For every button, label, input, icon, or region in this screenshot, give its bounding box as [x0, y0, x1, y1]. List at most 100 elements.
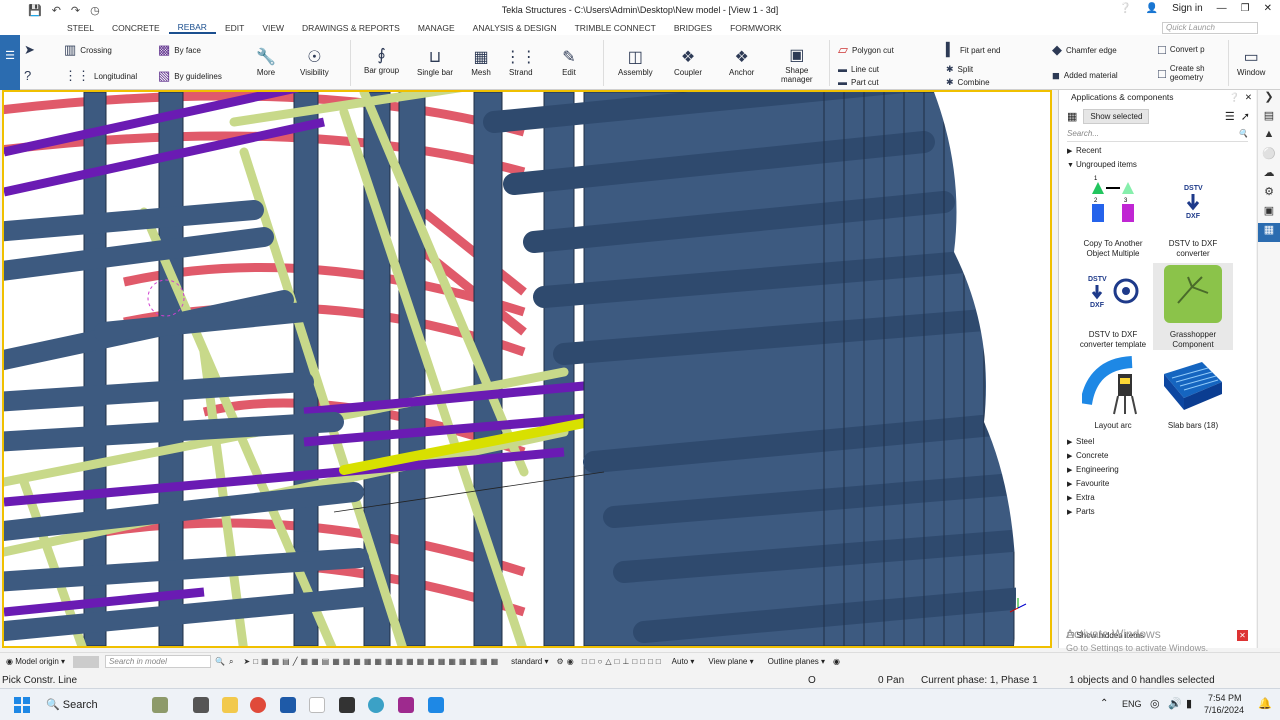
app-icon[interactable]: [309, 697, 325, 713]
added-material-button[interactable]: ■ Added material: [1052, 68, 1118, 83]
menu-icon[interactable]: ☰: [0, 49, 20, 62]
volume-icon[interactable]: 🔊: [1168, 697, 1182, 710]
battery-icon[interactable]: ▮: [1186, 697, 1192, 710]
chrome-icon[interactable]: [250, 697, 266, 713]
widgets-icon[interactable]: [152, 697, 168, 713]
file-explorer-icon[interactable]: [222, 697, 238, 713]
menu-steel[interactable]: STEEL: [58, 23, 103, 33]
by-guidelines-button[interactable]: ▧ By guidelines: [158, 68, 222, 84]
pinned-app-icon[interactable]: [428, 697, 444, 713]
view-plane-dropdown[interactable]: View plane ▾: [708, 657, 753, 666]
panel-search-input[interactable]: Search... 🔍: [1067, 129, 1248, 142]
more-button[interactable]: 🔧 More: [255, 46, 277, 77]
tree-extra[interactable]: ▶ Extra: [1059, 491, 1256, 505]
longitudinal-button[interactable]: ⋮⋮ Longitudinal: [64, 68, 137, 84]
window-button[interactable]: ▭ Window: [1237, 46, 1265, 77]
clock-date[interactable]: 7/16/2024: [1204, 705, 1244, 715]
anchor-button[interactable]: ❖ Anchor: [729, 46, 754, 77]
panel-help-icon[interactable]: ❔: [1229, 90, 1240, 105]
rebar-3d-scene[interactable]: [4, 92, 1050, 646]
language-indicator[interactable]: ENG: [1122, 699, 1142, 709]
split-button[interactable]: ✱ Split: [946, 64, 973, 75]
minimize-button[interactable]: —: [1217, 3, 1227, 14]
menu-edit[interactable]: EDIT: [216, 23, 253, 33]
user-icon[interactable]: 👤: [1146, 3, 1158, 14]
zoom-icon[interactable]: ⌕: [229, 657, 233, 667]
menu-rebar[interactable]: REBAR: [168, 22, 216, 34]
search-icon[interactable]: 🔍: [1238, 129, 1248, 138]
show-selected-button[interactable]: Show selected: [1083, 108, 1150, 124]
component-grasshopper[interactable]: Grasshopper Component: [1153, 263, 1233, 350]
undo-icon[interactable]: ↶: [52, 4, 61, 17]
fit-part-end-button[interactable]: ▍ Fit part end: [946, 42, 1000, 58]
menu-bridges[interactable]: BRIDGES: [665, 23, 721, 33]
tekla-icon[interactable]: [280, 697, 296, 713]
tray-chevron-icon[interactable]: ⌃: [1100, 698, 1108, 709]
globe-icon[interactable]: ⚪: [1258, 147, 1280, 166]
save-icon[interactable]: 💾: [28, 4, 42, 17]
edge-icon[interactable]: [368, 697, 384, 713]
standard-dropdown[interactable]: standard ▾: [511, 657, 548, 666]
shape-manager-button[interactable]: ▣ Shape manager: [781, 44, 813, 84]
single-bar-button[interactable]: ⊔ Single bar: [417, 46, 453, 77]
pin-icon[interactable]: ➚: [1241, 110, 1256, 123]
menu-view[interactable]: VIEW: [253, 23, 293, 33]
panel-close-icon[interactable]: ✕: [1245, 90, 1252, 105]
tree-favourite[interactable]: ▶ Favourite: [1059, 477, 1256, 491]
select-tool[interactable]: ➤: [24, 42, 35, 58]
model-view-3d[interactable]: [2, 90, 1052, 648]
bar-group-button[interactable]: ∮ Bar group: [364, 44, 399, 75]
wifi-icon[interactable]: ◎: [1150, 697, 1160, 710]
close-button[interactable]: ✕: [1264, 3, 1272, 14]
tree-concrete[interactable]: ▶ Concrete: [1059, 449, 1256, 463]
tree-engineering[interactable]: ▶ Engineering: [1059, 463, 1256, 477]
windows-start-icon[interactable]: [14, 697, 30, 713]
menu-manage[interactable]: MANAGE: [409, 23, 464, 33]
clock-time[interactable]: 7:54 PM: [1208, 693, 1242, 703]
cube-icon[interactable]: ▣: [1258, 204, 1280, 223]
status-phase[interactable]: Current phase: 1, Phase 1: [921, 675, 1038, 686]
properties-icon[interactable]: ▤: [1258, 109, 1280, 128]
menu-drawings-reports[interactable]: DRAWINGS & REPORTS: [293, 23, 409, 33]
help-icon[interactable]: ❔: [1119, 3, 1131, 14]
apps-icon[interactable]: ▦: [1258, 223, 1280, 242]
task-view-icon[interactable]: [193, 697, 209, 713]
auto-dropdown[interactable]: Auto ▾: [672, 657, 695, 666]
menu-trimble-connect[interactable]: TRIMBLE CONNECT: [566, 23, 665, 33]
list-view-icon[interactable]: ☰: [1225, 110, 1235, 123]
visibility-button[interactable]: ☉ Visibility: [300, 46, 329, 77]
pen-app-icon[interactable]: [339, 697, 355, 713]
origin-buttons[interactable]: [73, 655, 100, 668]
edit-button[interactable]: ✎ Edit: [558, 46, 580, 77]
by-face-button[interactable]: ▩ By face: [158, 42, 201, 58]
crossing-button[interactable]: ▥ Crossing: [64, 42, 112, 58]
arrow-right-icon[interactable]: ❯: [1258, 90, 1280, 109]
sign-in-link[interactable]: Sign in: [1172, 3, 1203, 14]
component-slab-bars[interactable]: Slab bars (18): [1153, 354, 1233, 431]
create-geometry-button[interactable]: □ Create sh geometry: [1158, 64, 1205, 82]
line-cut-button[interactable]: ▬ Line cut: [838, 64, 879, 74]
hat-icon[interactable]: ▲: [1258, 128, 1280, 147]
menu-concrete[interactable]: CONCRETE: [103, 23, 169, 33]
notification-icon[interactable]: 🔔: [1258, 697, 1272, 710]
maximize-button[interactable]: ❐: [1241, 3, 1250, 14]
assembly-button[interactable]: ◫ Assembly: [618, 46, 653, 77]
coupler-button[interactable]: ❖ Coupler: [674, 46, 702, 77]
convert-button[interactable]: □ Convert p: [1158, 42, 1205, 57]
grid-view-icon[interactable]: ▦: [1067, 110, 1077, 123]
polygon-cut-button[interactable]: ▱ Polygon cut: [838, 42, 894, 58]
cloud-icon[interactable]: ☁: [1258, 166, 1280, 185]
chamfer-edge-button[interactable]: ◆ Chamfer edge: [1052, 42, 1117, 58]
redo-icon[interactable]: ↷: [71, 4, 80, 17]
tree-recent[interactable]: ▶ Recent: [1059, 144, 1256, 158]
snap-tools[interactable]: ⚙◉ □□○△□⊥□□□□: [557, 657, 664, 666]
component-dstv-template[interactable]: DSTV DXF DSTV to DXF converter template: [1073, 263, 1153, 350]
tree-ungrouped[interactable]: ▼ Ungrouped items: [1059, 158, 1256, 172]
part-cut-button[interactable]: ▬ Part cut: [838, 77, 879, 87]
model-origin-dropdown[interactable]: ◉ Model origin ▾: [6, 657, 65, 666]
history-icon[interactable]: ◷: [90, 4, 100, 17]
component-dstv-to-dxf[interactable]: DSTV DXF DSTV to DXF converter: [1153, 172, 1233, 259]
tool-app-icon[interactable]: [398, 697, 414, 713]
component-layout-arc[interactable]: Layout arc: [1073, 354, 1153, 431]
tree-parts[interactable]: ▶ Parts: [1059, 505, 1256, 519]
